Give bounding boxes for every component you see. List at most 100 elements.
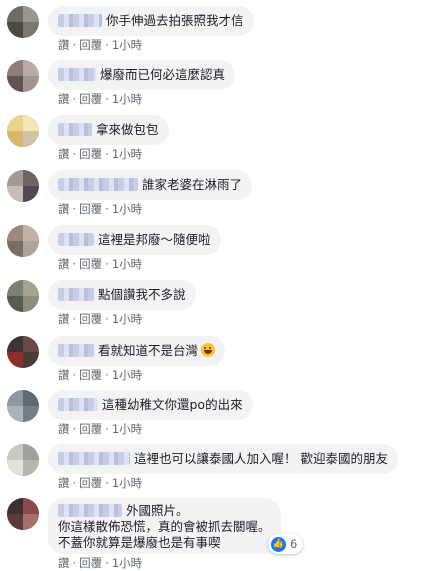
timestamp[interactable]: 1小時 [112,147,142,161]
timestamp[interactable]: 1小時 [112,38,142,52]
avatar[interactable] [7,170,39,202]
timestamp[interactable]: 1小時 [112,476,142,490]
comment-text: 爆廢而已何必這麼認真 [100,67,226,82]
comment-text: 看就知道不是台灣 [98,343,199,358]
comment-actions: 讚 · 回覆 · 1小時 [58,421,142,437]
like-link[interactable]: 讚 [58,476,70,490]
avatar[interactable] [7,336,39,368]
separator: · [105,38,109,52]
separator: · [72,257,77,271]
grinning-squinting-face-icon [201,343,216,357]
separator: · [105,202,109,216]
timestamp[interactable]: 1小時 [112,202,142,216]
avatar[interactable] [7,6,39,38]
like-link[interactable]: 讚 [58,257,70,271]
avatar[interactable] [7,280,39,312]
like-link[interactable]: 讚 [58,38,70,52]
comment-actions: 讚 · 回覆 · 1小時 [58,256,142,272]
separator: · [72,422,77,436]
separator: · [105,476,109,490]
timestamp[interactable]: 1小時 [112,257,142,271]
separator: · [72,202,77,216]
comment-actions: 讚 · 回覆 · 1小時 [58,555,142,571]
like-link[interactable]: 讚 [58,147,70,161]
timestamp[interactable]: 1小時 [112,92,142,106]
comment-actions: 讚 · 回覆 · 1小時 [58,367,142,383]
blurred-username[interactable] [58,344,94,357]
comment-bubble: 誰家老婆在淋雨了 [48,170,253,200]
reaction-count: 6 [290,537,298,551]
like-link[interactable]: 讚 [58,312,70,326]
thumbs-up-icon: 👍 [271,536,286,552]
reaction-summary[interactable]: 👍 6 [268,534,304,554]
comment-text: 誰家老婆在淋雨了 [142,177,243,192]
comment-actions: 讚 · 回覆 · 1小時 [58,475,142,491]
comment-bubble: 你手伸過去拍張照我才信 [48,6,254,36]
blurred-username[interactable] [58,14,102,27]
comment-actions: 讚 · 回覆 · 1小時 [58,91,142,107]
reply-link[interactable]: 回覆 [79,147,102,161]
comment-text-line-2: 你這樣散佈恐慌，真的會被抓去關喔。 [58,519,271,534]
separator: · [72,147,77,161]
comment-bubble: 這裡是邦廢～隨便啦 [48,225,221,255]
separator: · [105,257,109,271]
comment-text: 這裡也可以讓泰國人加入喔！ 歡迎泰國的朋友 [134,451,388,466]
comment-bubble: 看就知道不是台灣 [48,336,226,366]
comment-bubble: 拿來做包包 [48,115,169,145]
separator: · [72,92,77,106]
reply-link[interactable]: 回覆 [79,257,102,271]
comment-actions: 讚 · 回覆 · 1小時 [58,146,142,162]
like-link[interactable]: 讚 [58,202,70,216]
comment-text: 這裡是邦廢～隨便啦 [98,232,211,247]
comment-bubble: 這種幼稚文你還po的出來 [48,390,253,420]
separator: · [105,92,109,106]
reply-link[interactable]: 回覆 [79,92,102,106]
blurred-username[interactable] [58,68,96,81]
avatar[interactable] [7,60,39,92]
avatar[interactable] [7,498,39,530]
comment-actions: 讚 · 回覆 · 1小時 [58,201,142,217]
like-link[interactable]: 讚 [58,422,70,436]
blurred-username[interactable] [58,452,130,465]
reply-link[interactable]: 回覆 [79,476,102,490]
timestamp[interactable]: 1小時 [112,422,142,436]
comment-bubble: 點個讚我不多說 [48,280,196,310]
reply-link[interactable]: 回覆 [79,202,102,216]
reply-link[interactable]: 回覆 [79,38,102,52]
avatar[interactable] [7,390,39,422]
separator: · [72,312,77,326]
blurred-username[interactable] [58,288,94,301]
comment-text: 點個讚我不多說 [98,287,186,302]
separator: · [105,422,109,436]
reply-link[interactable]: 回覆 [79,422,102,436]
like-link[interactable]: 讚 [58,368,70,382]
comment-text-line-1: 外國照片。 [126,503,189,518]
reply-link[interactable]: 回覆 [79,368,102,382]
blurred-username[interactable] [58,398,98,411]
blurred-username[interactable] [58,233,94,246]
like-link[interactable]: 讚 [58,92,70,106]
timestamp[interactable]: 1小時 [112,312,142,326]
separator: · [105,368,109,382]
separator: · [105,147,109,161]
avatar[interactable] [7,444,39,476]
separator: · [72,38,77,52]
blurred-username[interactable] [58,504,122,517]
comment-actions: 讚 · 回覆 · 1小時 [58,311,142,327]
separator: · [72,476,77,490]
timestamp[interactable]: 1小時 [112,368,142,382]
reply-link[interactable]: 回覆 [79,312,102,326]
blurred-username[interactable] [58,178,138,191]
comment-text: 你手伸過去拍張照我才信 [106,13,244,28]
comment-bubble: 外國照片。 你這樣散佈恐慌，真的會被抓去關喔。 不蓋你就算是爆廢也是有事喫 [48,498,281,554]
comment-text: 這種幼稚文你還po的出來 [102,397,243,412]
blurred-username[interactable] [58,123,92,136]
comment-actions: 讚 · 回覆 · 1小時 [58,37,142,53]
comment-bubble: 爆廢而已何必這麼認真 [48,60,236,90]
comment-bubble: 這裡也可以讓泰國人加入喔！ 歡迎泰國的朋友 [48,444,398,474]
avatar[interactable] [7,225,39,257]
separator: · [72,368,77,382]
comment-text: 拿來做包包 [96,122,159,137]
separator: · [105,312,109,326]
avatar[interactable] [7,115,39,147]
